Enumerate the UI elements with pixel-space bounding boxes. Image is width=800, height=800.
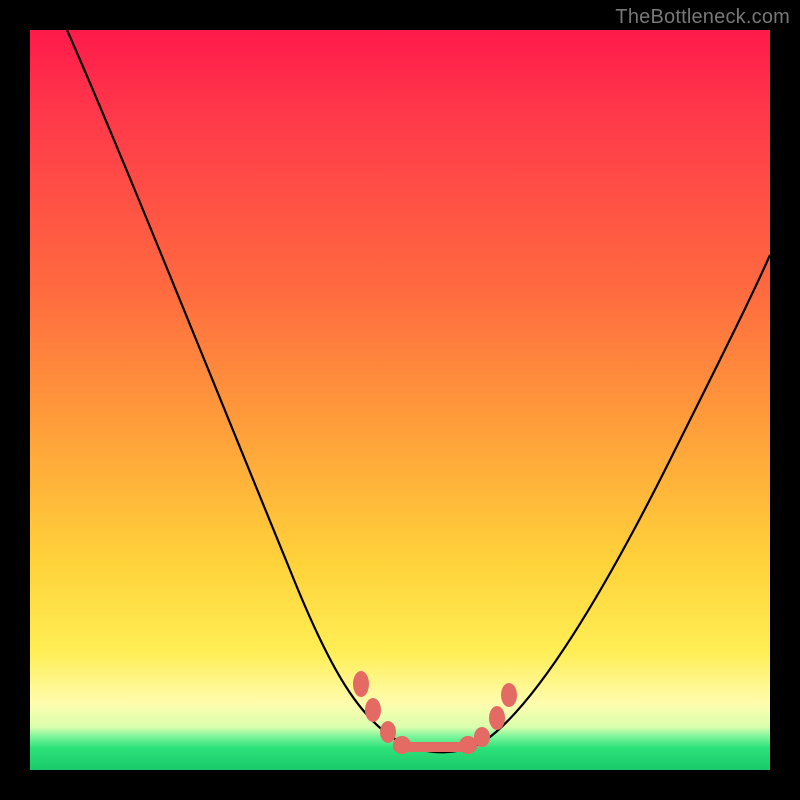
- marker-point: [501, 683, 517, 707]
- plot-area: [30, 30, 770, 770]
- watermark-text: TheBottleneck.com: [615, 6, 790, 29]
- chart-frame: TheBottleneck.com: [0, 0, 800, 800]
- marker-point: [393, 736, 411, 754]
- marker-point: [380, 721, 396, 743]
- marker-point: [474, 727, 490, 747]
- bottleneck-curve: [67, 30, 770, 752]
- marker-point: [353, 671, 369, 697]
- marker-point: [365, 698, 381, 722]
- curve-svg: [30, 30, 770, 770]
- marker-point: [489, 706, 505, 730]
